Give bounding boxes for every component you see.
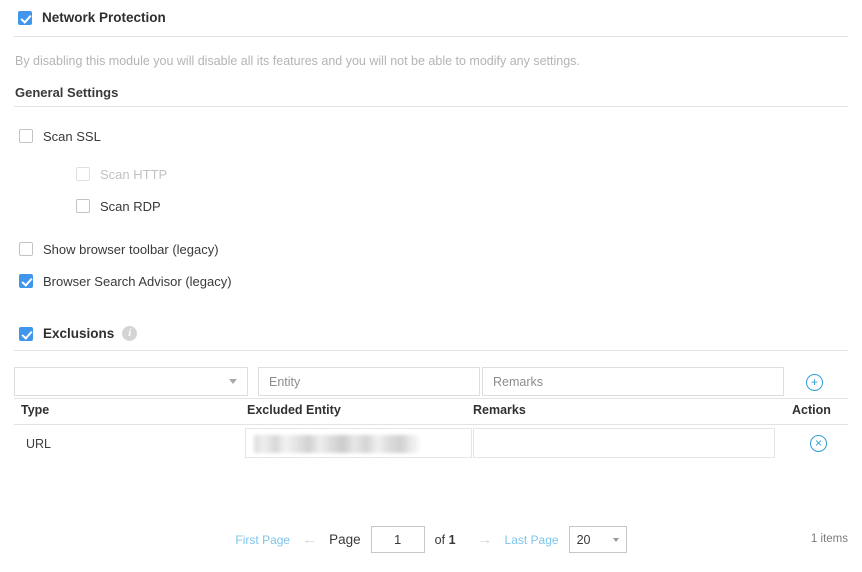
chevron-down-icon	[612, 537, 619, 542]
option-scan-rdp[interactable]: Scan RDP	[76, 199, 161, 213]
total-pages-text: of 1	[435, 533, 456, 547]
exclusions-checkbox[interactable]	[19, 326, 33, 341]
scan-rdp-checkbox[interactable]	[76, 199, 90, 213]
page-size-value: 20	[576, 532, 591, 547]
network-protection-settings-page: Network Protection By disabling this mod…	[0, 0, 862, 572]
last-page-link[interactable]: Last Page	[505, 533, 559, 547]
exclusion-remarks-input[interactable]: Remarks	[482, 367, 784, 396]
module-disable-note: By disabling this module you will disabl…	[15, 54, 580, 68]
column-header-entity: Excluded Entity	[247, 403, 341, 417]
next-page-arrow-icon[interactable]: →	[478, 531, 493, 548]
exclusion-remarks-placeholder: Remarks	[493, 374, 544, 389]
table-row: URL	[14, 428, 848, 458]
plus-icon[interactable]: +	[806, 373, 823, 391]
column-header-type: Type	[21, 403, 50, 417]
exclusion-entity-input[interactable]: Entity	[258, 367, 480, 396]
items-count: 1 items	[810, 533, 848, 545]
browser-search-advisor-checkbox[interactable]	[19, 274, 33, 288]
add-exclusion-button-wrap: +	[806, 373, 824, 391]
general-settings-heading: General Settings	[15, 85, 119, 100]
option-show-browser-toolbar[interactable]: Show browser toolbar (legacy)	[19, 242, 219, 256]
page-title: Network Protection	[42, 10, 166, 26]
column-header-remarks: Remarks	[473, 403, 526, 417]
page-label: Page	[329, 532, 361, 547]
pagination: First Page ← Page 1 of 1 → Last Page 20	[0, 526, 862, 553]
previous-page-arrow-icon[interactable]: ←	[302, 531, 317, 548]
row-type-value: URL	[26, 437, 52, 451]
table-top-divider	[14, 398, 848, 399]
option-browser-search-advisor[interactable]: Browser Search Advisor (legacy)	[19, 274, 232, 288]
page-number-input[interactable]: 1	[370, 526, 425, 553]
close-icon[interactable]: ×	[810, 434, 827, 452]
redacted-entity-value	[254, 435, 419, 453]
show-browser-toolbar-checkbox[interactable]	[19, 242, 33, 256]
total-pages-value: 1	[448, 532, 456, 547]
scan-http-label: Scan HTTP	[100, 166, 168, 182]
row-remarks-input[interactable]	[473, 428, 775, 458]
scan-ssl-label: Scan SSL	[43, 128, 101, 144]
exclusions-enable-row[interactable]: Exclusions i	[19, 325, 138, 341]
of-prefix: of	[434, 532, 446, 547]
exclusion-add-form: Entity Remarks	[14, 367, 848, 396]
option-scan-ssl[interactable]: Scan SSL	[19, 129, 101, 143]
browser-search-advisor-label: Browser Search Advisor (legacy)	[43, 273, 232, 289]
scan-http-checkbox	[76, 167, 90, 181]
scan-ssl-checkbox[interactable]	[19, 129, 33, 143]
row-entity-input[interactable]	[245, 428, 472, 458]
scan-rdp-label: Scan RDP	[100, 198, 161, 214]
column-header-action: Action	[792, 403, 831, 417]
first-page-link[interactable]: First Page	[235, 533, 290, 547]
delete-exclusion-button-wrap: ×	[810, 434, 827, 452]
table-header-divider	[14, 424, 848, 425]
header-divider	[14, 36, 848, 37]
general-settings-divider	[14, 106, 848, 107]
module-enable-row[interactable]: Network Protection	[18, 11, 166, 25]
exclusion-entity-placeholder: Entity	[269, 374, 301, 389]
network-protection-checkbox[interactable]	[18, 11, 32, 25]
exclusions-divider	[14, 350, 848, 351]
page-size-select[interactable]: 20	[568, 526, 627, 553]
show-browser-toolbar-label: Show browser toolbar (legacy)	[43, 241, 219, 257]
info-icon[interactable]: i	[122, 326, 138, 341]
exclusion-type-select[interactable]	[14, 367, 248, 396]
exclusions-title: Exclusions	[43, 325, 115, 341]
option-scan-http: Scan HTTP	[76, 167, 167, 181]
chevron-down-icon	[229, 379, 237, 384]
